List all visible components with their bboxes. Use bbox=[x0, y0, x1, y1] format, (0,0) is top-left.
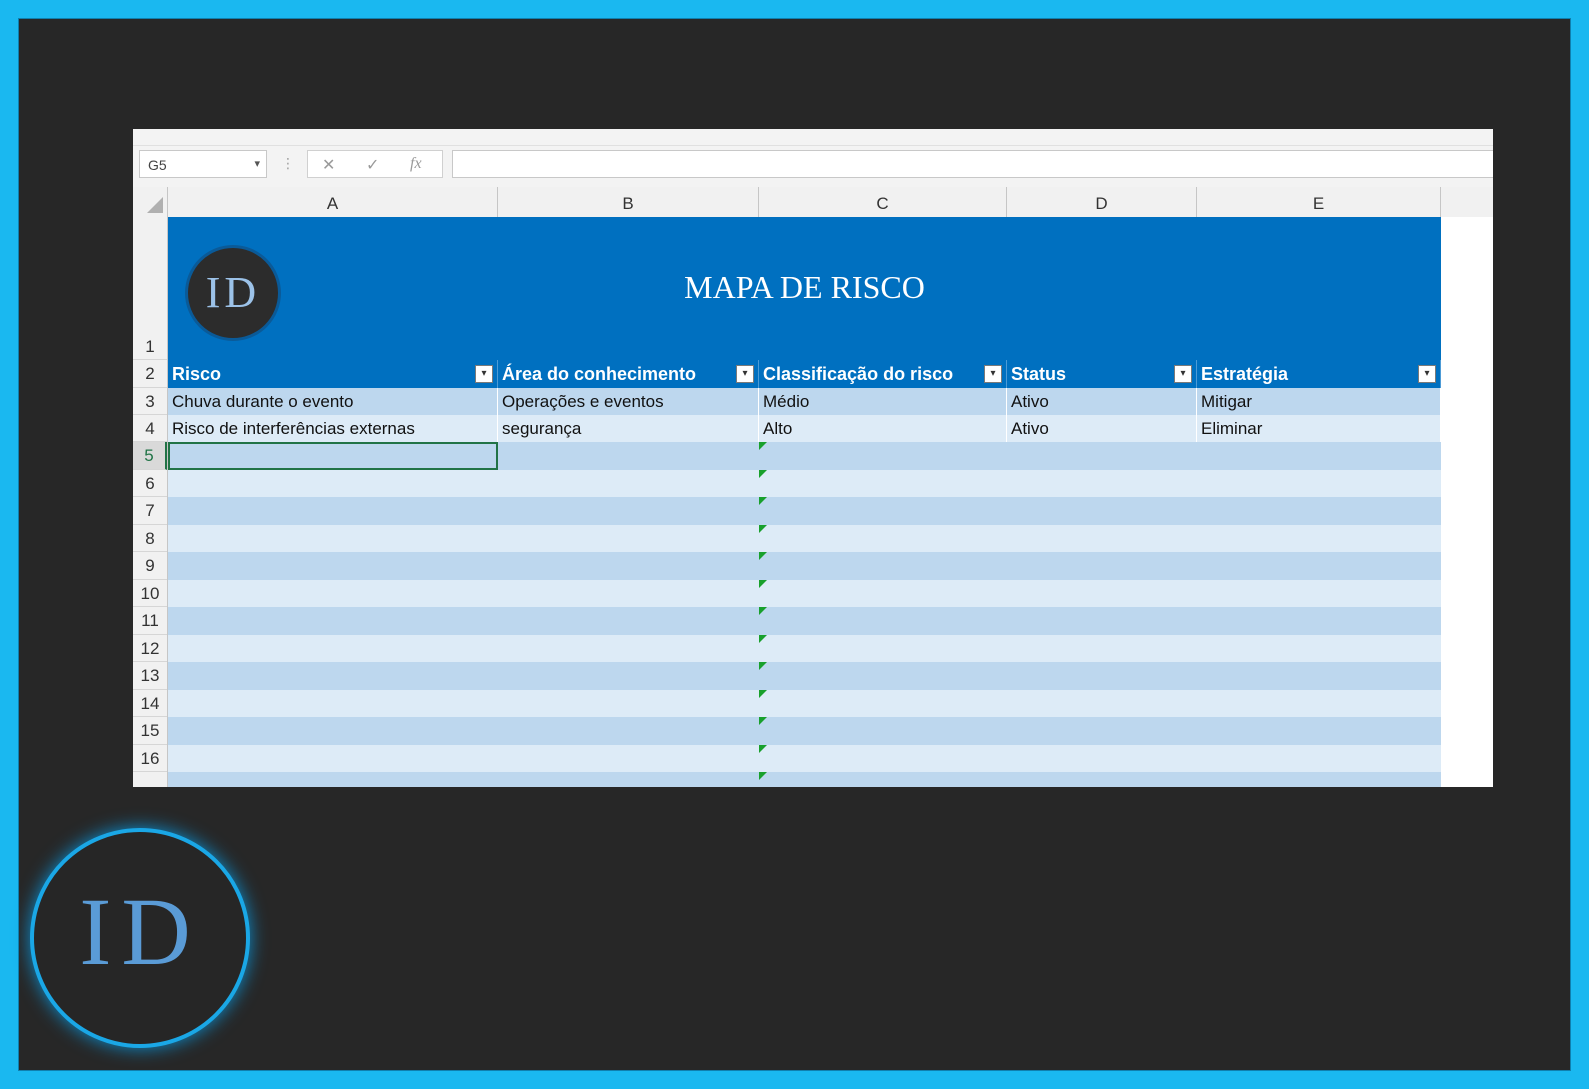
cancel-icon[interactable]: ✕ bbox=[322, 155, 335, 175]
column-header-b[interactable]: B bbox=[498, 187, 759, 217]
row-header-14[interactable]: 14 bbox=[133, 690, 167, 717]
spreadsheet-grid[interactable]: ID MAPA DE RISCO Risco ▾ Área do conheci… bbox=[168, 217, 1493, 787]
insert-function-icon[interactable]: fx bbox=[410, 155, 422, 173]
row-header-5[interactable]: 5 bbox=[133, 442, 167, 470]
table-header-cell[interactable]: Status ▾ bbox=[1007, 360, 1197, 388]
table-cell[interactable]: Médio bbox=[759, 388, 1007, 415]
table-row[interactable] bbox=[168, 525, 1441, 552]
filter-dropdown-icon[interactable]: ▾ bbox=[1174, 365, 1192, 383]
title-band: ID MAPA DE RISCO bbox=[168, 217, 1441, 360]
row-header-11[interactable]: 11 bbox=[133, 607, 167, 635]
header-label-area: Área do conhecimento bbox=[502, 364, 697, 384]
table-cell[interactable]: Eliminar bbox=[1197, 415, 1441, 442]
table-cell[interactable]: Operações e eventos bbox=[498, 388, 759, 415]
table-row[interactable] bbox=[168, 497, 1441, 525]
empty-column-f[interactable] bbox=[1441, 217, 1493, 787]
table-header-cell[interactable]: Classificação do risco ▾ bbox=[759, 360, 1007, 388]
table-header-cell[interactable]: Estratégia ▾ bbox=[1197, 360, 1441, 388]
video-frame: G5 ▾ ⋮ ✕ ✓ fx A B C D E 1 2 3 4 5 6 7 8 … bbox=[18, 18, 1571, 1071]
table-cell[interactable]: Alto bbox=[759, 415, 1007, 442]
active-cell-selection[interactable] bbox=[168, 442, 498, 470]
enter-icon[interactable]: ✓ bbox=[366, 155, 379, 175]
table-header-cell[interactable]: Área do conhecimento ▾ bbox=[498, 360, 759, 388]
filter-dropdown-icon[interactable]: ▾ bbox=[1418, 365, 1436, 383]
table-cell[interactable]: Ativo bbox=[1007, 388, 1197, 415]
table-row[interactable] bbox=[168, 442, 1441, 470]
error-indicator-icon[interactable] bbox=[759, 635, 767, 643]
table-row: Chuva durante o evento Operações e event… bbox=[168, 388, 1441, 415]
error-indicator-icon[interactable] bbox=[759, 525, 767, 533]
row-header-13[interactable]: 13 bbox=[133, 662, 167, 690]
formula-buttons: ✕ ✓ fx bbox=[307, 150, 443, 178]
row-header-4[interactable]: 4 bbox=[133, 415, 167, 442]
table-cell[interactable]: Mitigar bbox=[1197, 388, 1441, 415]
column-header-c[interactable]: C bbox=[759, 187, 1007, 217]
header-label-estrategia: Estratégia bbox=[1201, 364, 1289, 384]
error-indicator-icon[interactable] bbox=[759, 607, 767, 615]
row-header-10[interactable]: 10 bbox=[133, 580, 167, 607]
table-cell[interactable]: Risco de interferências externas bbox=[168, 415, 498, 442]
error-indicator-icon[interactable] bbox=[759, 580, 767, 588]
chevron-down-icon[interactable]: ▾ bbox=[254, 157, 260, 170]
table-row[interactable] bbox=[168, 552, 1441, 580]
table-row[interactable] bbox=[168, 772, 1441, 787]
table-row[interactable] bbox=[168, 745, 1441, 772]
row-header-16[interactable]: 16 bbox=[133, 745, 167, 772]
table-row[interactable] bbox=[168, 470, 1441, 497]
table-row[interactable] bbox=[168, 580, 1441, 607]
watermark-logo: ID bbox=[30, 828, 250, 1048]
table-row[interactable] bbox=[168, 717, 1441, 745]
row-header-2[interactable]: 2 bbox=[133, 360, 167, 388]
table-row[interactable] bbox=[168, 635, 1441, 662]
header-label-risco: Risco bbox=[172, 364, 222, 384]
header-label-classificacao: Classificação do risco bbox=[763, 364, 954, 384]
filter-dropdown-icon[interactable]: ▾ bbox=[984, 365, 1002, 383]
error-indicator-icon[interactable] bbox=[759, 497, 767, 505]
column-header-a[interactable]: A bbox=[168, 187, 498, 217]
ribbon-strip bbox=[133, 129, 1493, 146]
row-headers: 1 2 3 4 5 6 7 8 9 10 11 12 13 14 15 16 bbox=[133, 217, 168, 787]
column-headers: A B C D E bbox=[133, 187, 1493, 218]
name-box-value: G5 bbox=[148, 157, 167, 173]
row-header-15[interactable]: 15 bbox=[133, 717, 167, 745]
header-label-status: Status bbox=[1011, 364, 1067, 384]
column-header-d[interactable]: D bbox=[1007, 187, 1197, 217]
table-row[interactable] bbox=[168, 607, 1441, 635]
table-header-row: Risco ▾ Área do conhecimento ▾ Classific… bbox=[168, 360, 1441, 388]
table-row: Risco de interferências externas seguran… bbox=[168, 415, 1441, 442]
row-header-7[interactable]: 7 bbox=[133, 497, 167, 525]
resize-handle-icon[interactable]: ⋮ bbox=[281, 155, 295, 172]
filter-dropdown-icon[interactable]: ▾ bbox=[736, 365, 754, 383]
excel-window: G5 ▾ ⋮ ✕ ✓ fx A B C D E 1 2 3 4 5 6 7 8 … bbox=[133, 129, 1493, 787]
error-indicator-icon[interactable] bbox=[759, 552, 767, 560]
table-header-cell[interactable]: Risco ▾ bbox=[168, 360, 498, 388]
error-indicator-icon[interactable] bbox=[759, 442, 767, 450]
formula-bar: G5 ▾ ⋮ ✕ ✓ fx bbox=[133, 146, 1493, 189]
row-header-6[interactable]: 6 bbox=[133, 470, 167, 497]
table-row[interactable] bbox=[168, 662, 1441, 690]
table-row[interactable] bbox=[168, 690, 1441, 717]
row-header-9[interactable]: 9 bbox=[133, 552, 167, 580]
row-header-12[interactable]: 12 bbox=[133, 635, 167, 662]
formula-input[interactable] bbox=[452, 150, 1493, 178]
error-indicator-icon[interactable] bbox=[759, 717, 767, 725]
name-box[interactable]: G5 ▾ bbox=[139, 150, 267, 178]
row-header-8[interactable]: 8 bbox=[133, 525, 167, 552]
column-header-e[interactable]: E bbox=[1197, 187, 1441, 217]
error-indicator-icon[interactable] bbox=[759, 745, 767, 753]
table-cell[interactable]: segurança bbox=[498, 415, 759, 442]
error-indicator-icon[interactable] bbox=[759, 690, 767, 698]
select-all-button[interactable] bbox=[133, 187, 168, 217]
row-header-3[interactable]: 3 bbox=[133, 388, 167, 415]
table-cell[interactable]: Ativo bbox=[1007, 415, 1197, 442]
row-header-1[interactable]: 1 bbox=[133, 217, 167, 360]
error-indicator-icon[interactable] bbox=[759, 470, 767, 478]
table-cell[interactable]: Chuva durante o evento bbox=[168, 388, 498, 415]
error-indicator-icon[interactable] bbox=[759, 772, 767, 780]
sheet-title: MAPA DE RISCO bbox=[684, 269, 925, 305]
error-indicator-icon[interactable] bbox=[759, 662, 767, 670]
filter-dropdown-icon[interactable]: ▾ bbox=[475, 365, 493, 383]
